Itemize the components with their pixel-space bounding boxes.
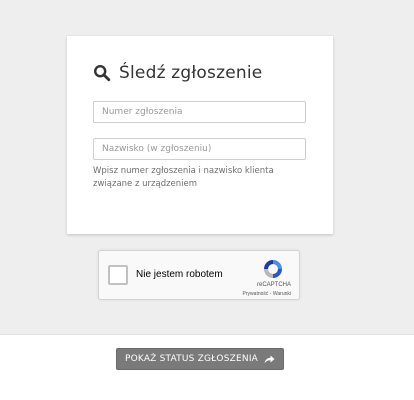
terms-link[interactable]: Warunki <box>273 291 291 297</box>
privacy-link[interactable]: Prywatność <box>243 291 269 297</box>
card-title: Śledź zgłoszenie <box>93 62 262 84</box>
form-hint: Wpisz numer zgłoszenia i nazwisko klient… <box>93 166 274 189</box>
recaptcha-logo-icon <box>262 258 284 284</box>
surname-input[interactable] <box>93 138 306 160</box>
recaptcha-widget: Nie jestem robotem reCAPTCHA Prywatność … <box>98 250 300 300</box>
share-arrow-icon <box>264 355 275 364</box>
recaptcha-brand: reCAPTCHA <box>256 282 291 288</box>
show-status-button[interactable]: POKAŻ STATUS ZGŁOSZENIA <box>116 348 284 370</box>
track-ticket-card: Śledź zgłoszenie Wpisz numer zgłoszenia … <box>67 36 333 234</box>
search-icon <box>93 64 111 82</box>
ticket-number-input[interactable] <box>93 101 306 123</box>
card-title-text: Śledź zgłoszenie <box>119 63 263 83</box>
show-status-button-label: POKAŻ STATUS ZGŁOSZENIA <box>124 354 259 364</box>
recaptcha-label: Nie jestem robotem <box>136 269 223 280</box>
recaptcha-checkbox[interactable] <box>108 265 128 285</box>
recaptcha-links: Prywatność - Warunki <box>243 291 291 297</box>
